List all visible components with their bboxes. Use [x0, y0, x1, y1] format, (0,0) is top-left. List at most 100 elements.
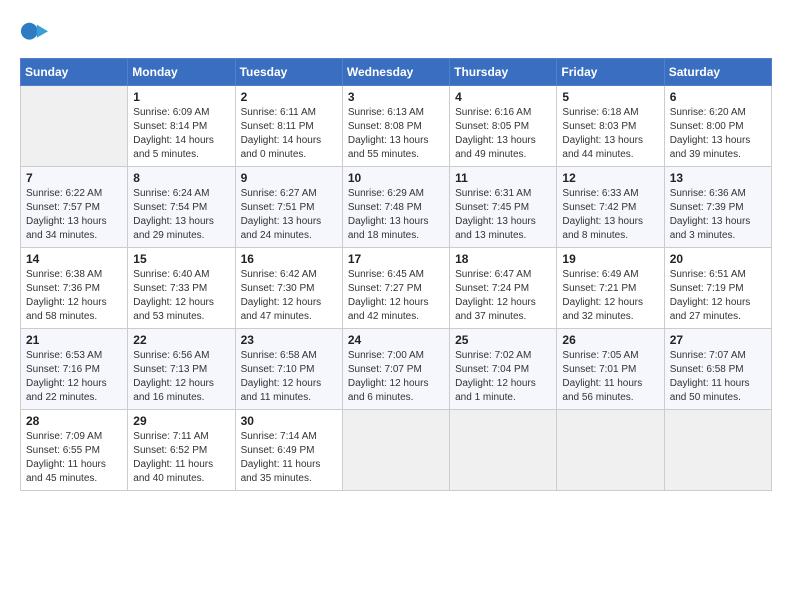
day-info: Sunrise: 6:53 AMSunset: 7:16 PMDaylight:…	[26, 349, 122, 405]
calendar-cell	[21, 86, 128, 167]
calendar-cell: 20 Sunrise: 6:51 AMSunset: 7:19 PMDayligh…	[664, 248, 771, 329]
page-header	[20, 20, 772, 48]
header-thursday: Thursday	[450, 59, 557, 86]
header-sunday: Sunday	[21, 59, 128, 86]
day-info: Sunrise: 7:05 AMSunset: 7:01 PMDaylight:…	[562, 349, 658, 405]
day-info: Sunrise: 7:07 AMSunset: 6:58 PMDaylight:…	[670, 349, 766, 405]
day-number: 5	[562, 90, 658, 104]
header-monday: Monday	[128, 59, 235, 86]
calendar-cell: 2 Sunrise: 6:11 AMSunset: 8:11 PMDaylight…	[235, 86, 342, 167]
day-info: Sunrise: 6:40 AMSunset: 7:33 PMDaylight:…	[133, 268, 229, 324]
day-number: 19	[562, 252, 658, 266]
day-number: 20	[670, 252, 766, 266]
calendar-cell: 3 Sunrise: 6:13 AMSunset: 8:08 PMDaylight…	[342, 86, 449, 167]
calendar-cell: 22 Sunrise: 6:56 AMSunset: 7:13 PMDayligh…	[128, 329, 235, 410]
calendar-cell: 9 Sunrise: 6:27 AMSunset: 7:51 PMDaylight…	[235, 167, 342, 248]
calendar-cell: 21 Sunrise: 6:53 AMSunset: 7:16 PMDayligh…	[21, 329, 128, 410]
day-info: Sunrise: 6:47 AMSunset: 7:24 PMDaylight:…	[455, 268, 551, 324]
day-number: 9	[241, 171, 337, 185]
day-info: Sunrise: 6:56 AMSunset: 7:13 PMDaylight:…	[133, 349, 229, 405]
calendar-cell: 15 Sunrise: 6:40 AMSunset: 7:33 PMDayligh…	[128, 248, 235, 329]
day-number: 22	[133, 333, 229, 347]
calendar-week-row: 7Sunrise: 6:22 AMSunset: 7:57 PMDaylight…	[21, 167, 772, 248]
calendar-cell	[664, 410, 771, 491]
calendar-cell: 5 Sunrise: 6:18 AMSunset: 8:03 PMDaylight…	[557, 86, 664, 167]
day-info: Sunrise: 6:51 AMSunset: 7:19 PMDaylight:…	[670, 268, 766, 324]
day-number: 27	[670, 333, 766, 347]
day-info: Sunrise: 6:49 AMSunset: 7:21 PMDaylight:…	[562, 268, 658, 324]
calendar-table: SundayMondayTuesdayWednesdayThursdayFrid…	[20, 58, 772, 491]
day-number: 17	[348, 252, 444, 266]
calendar-cell: 19 Sunrise: 6:49 AMSunset: 7:21 PMDayligh…	[557, 248, 664, 329]
calendar-cell: 18 Sunrise: 6:47 AMSunset: 7:24 PMDayligh…	[450, 248, 557, 329]
calendar-cell: 29 Sunrise: 7:11 AMSunset: 6:52 PMDayligh…	[128, 410, 235, 491]
day-info: Sunrise: 6:33 AMSunset: 7:42 PMDaylight:…	[562, 187, 658, 243]
calendar-cell	[557, 410, 664, 491]
day-info: Sunrise: 6:36 AMSunset: 7:39 PMDaylight:…	[670, 187, 766, 243]
calendar-cell: 25 Sunrise: 7:02 AMSunset: 7:04 PMDayligh…	[450, 329, 557, 410]
day-number: 16	[241, 252, 337, 266]
day-number: 12	[562, 171, 658, 185]
day-info: Sunrise: 7:14 AMSunset: 6:49 PMDaylight:…	[241, 430, 337, 486]
day-number: 3	[348, 90, 444, 104]
day-info: Sunrise: 6:13 AMSunset: 8:08 PMDaylight:…	[348, 106, 444, 162]
day-info: Sunrise: 6:22 AMSunset: 7:57 PMDaylight:…	[26, 187, 122, 243]
calendar-cell: 8 Sunrise: 6:24 AMSunset: 7:54 PMDaylight…	[128, 167, 235, 248]
day-number: 18	[455, 252, 551, 266]
day-number: 4	[455, 90, 551, 104]
day-info: Sunrise: 6:27 AMSunset: 7:51 PMDaylight:…	[241, 187, 337, 243]
day-number: 23	[241, 333, 337, 347]
day-info: Sunrise: 7:11 AMSunset: 6:52 PMDaylight:…	[133, 430, 229, 486]
day-info: Sunrise: 7:09 AMSunset: 6:55 PMDaylight:…	[26, 430, 122, 486]
day-number: 28	[26, 414, 122, 428]
calendar-week-row: 28 Sunrise: 7:09 AMSunset: 6:55 PMDayligh…	[21, 410, 772, 491]
day-info: Sunrise: 6:42 AMSunset: 7:30 PMDaylight:…	[241, 268, 337, 324]
calendar-cell: 30Sunrise: 7:14 AMSunset: 6:49 PMDayligh…	[235, 410, 342, 491]
day-number: 21	[26, 333, 122, 347]
calendar-cell: 12 Sunrise: 6:33 AMSunset: 7:42 PMDayligh…	[557, 167, 664, 248]
calendar-week-row: 14 Sunrise: 6:38 AMSunset: 7:36 PMDayligh…	[21, 248, 772, 329]
day-number: 24	[348, 333, 444, 347]
calendar-header-row: SundayMondayTuesdayWednesdayThursdayFrid…	[21, 59, 772, 86]
day-number: 13	[670, 171, 766, 185]
calendar-week-row: 21 Sunrise: 6:53 AMSunset: 7:16 PMDayligh…	[21, 329, 772, 410]
day-info: Sunrise: 6:45 AMSunset: 7:27 PMDaylight:…	[348, 268, 444, 324]
calendar-cell: 10 Sunrise: 6:29 AMSunset: 7:48 PMDayligh…	[342, 167, 449, 248]
day-info: Sunrise: 7:00 AMSunset: 7:07 PMDaylight:…	[348, 349, 444, 405]
calendar-cell: 11 Sunrise: 6:31 AMSunset: 7:45 PMDayligh…	[450, 167, 557, 248]
day-info: Sunrise: 6:11 AMSunset: 8:11 PMDaylight:…	[241, 106, 337, 162]
day-info: Sunrise: 7:02 AMSunset: 7:04 PMDaylight:…	[455, 349, 551, 405]
day-info: Sunrise: 6:16 AMSunset: 8:05 PMDaylight:…	[455, 106, 551, 162]
day-number: 1	[133, 90, 229, 104]
logo	[20, 20, 52, 48]
day-number: 14	[26, 252, 122, 266]
day-number: 8	[133, 171, 229, 185]
calendar-cell: 28 Sunrise: 7:09 AMSunset: 6:55 PMDayligh…	[21, 410, 128, 491]
day-info: Sunrise: 6:31 AMSunset: 7:45 PMDaylight:…	[455, 187, 551, 243]
day-info: Sunrise: 6:38 AMSunset: 7:36 PMDaylight:…	[26, 268, 122, 324]
header-wednesday: Wednesday	[342, 59, 449, 86]
calendar-week-row: 1 Sunrise: 6:09 AMSunset: 8:14 PMDaylight…	[21, 86, 772, 167]
calendar-cell: 4 Sunrise: 6:16 AMSunset: 8:05 PMDaylight…	[450, 86, 557, 167]
day-number: 10	[348, 171, 444, 185]
day-number: 29	[133, 414, 229, 428]
calendar-cell: 24 Sunrise: 7:00 AMSunset: 7:07 PMDayligh…	[342, 329, 449, 410]
day-info: Sunrise: 6:29 AMSunset: 7:48 PMDaylight:…	[348, 187, 444, 243]
calendar-cell: 6Sunrise: 6:20 AMSunset: 8:00 PMDaylight…	[664, 86, 771, 167]
day-number: 25	[455, 333, 551, 347]
day-info: Sunrise: 6:09 AMSunset: 8:14 PMDaylight:…	[133, 106, 229, 162]
calendar-cell	[450, 410, 557, 491]
calendar-cell: 23 Sunrise: 6:58 AMSunset: 7:10 PMDayligh…	[235, 329, 342, 410]
day-info: Sunrise: 6:18 AMSunset: 8:03 PMDaylight:…	[562, 106, 658, 162]
header-tuesday: Tuesday	[235, 59, 342, 86]
day-info: Sunrise: 6:24 AMSunset: 7:54 PMDaylight:…	[133, 187, 229, 243]
header-saturday: Saturday	[664, 59, 771, 86]
day-info: Sunrise: 6:58 AMSunset: 7:10 PMDaylight:…	[241, 349, 337, 405]
header-friday: Friday	[557, 59, 664, 86]
calendar-cell	[342, 410, 449, 491]
calendar-cell: 17 Sunrise: 6:45 AMSunset: 7:27 PMDayligh…	[342, 248, 449, 329]
day-number: 11	[455, 171, 551, 185]
day-number: 15	[133, 252, 229, 266]
calendar-cell: 1 Sunrise: 6:09 AMSunset: 8:14 PMDaylight…	[128, 86, 235, 167]
day-number: 2	[241, 90, 337, 104]
